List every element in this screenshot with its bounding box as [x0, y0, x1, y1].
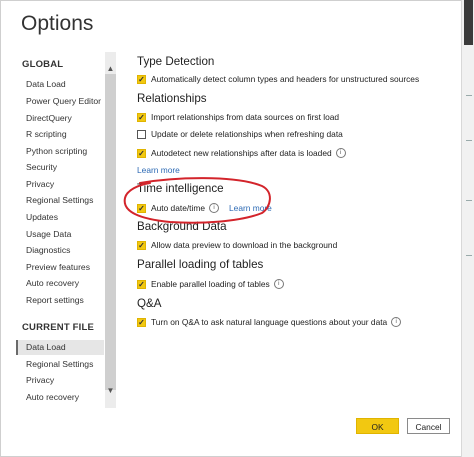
option-label: Enable parallel loading of tables [151, 279, 270, 289]
checkbox-checked-icon[interactable]: ✓ [137, 74, 146, 84]
nav-item-report-settings[interactable]: Report settings [16, 293, 104, 308]
nav-item-auto-recovery[interactable]: Auto recovery [16, 276, 104, 291]
cancel-button[interactable]: Cancel [407, 418, 450, 434]
nav-item-power-query-editor[interactable]: Power Query Editor [16, 94, 104, 109]
option-autodetect-relationships[interactable]: ✓ Autodetect new relationships after dat… [137, 146, 346, 160]
option-turn-on-qa[interactable]: ✓ Turn on Q&A to ask natural language qu… [137, 315, 402, 329]
nav-item-directquery[interactable]: DirectQuery [16, 111, 104, 126]
scroll-down-icon[interactable]: ▼ [105, 385, 116, 396]
nav-item-regional-settings[interactable]: Regional Settings [16, 193, 104, 208]
section-title-background-data: Background Data [137, 220, 227, 233]
option-label: Turn on Q&A to ask natural language ques… [151, 317, 388, 327]
option-auto-date-time[interactable]: ✓ Auto date/time i Learn more [137, 201, 272, 215]
ok-button[interactable]: OK [356, 418, 399, 434]
option-allow-data-preview[interactable]: ✓ Allow data preview to download in the … [137, 238, 337, 252]
options-nav: GLOBAL Data Load Power Query Editor Dire… [16, 52, 116, 408]
nav-item-current-regional-settings[interactable]: Regional Settings [16, 357, 104, 372]
nav-item-privacy[interactable]: Privacy [16, 177, 104, 192]
info-icon[interactable]: i [209, 203, 220, 213]
background-window-edge [461, 0, 474, 457]
option-label: Allow data preview to download in the ba… [151, 240, 338, 250]
learn-more-time-intelligence-link[interactable]: Learn more [229, 203, 272, 213]
checkbox-checked-icon[interactable]: ✓ [137, 203, 146, 213]
checkbox-checked-icon[interactable]: ✓ [137, 148, 146, 158]
section-title-relationships: Relationships [137, 92, 207, 105]
info-icon[interactable]: i [273, 279, 284, 289]
nav-item-data-load[interactable]: Data Load [16, 77, 104, 92]
option-auto-detect-types[interactable]: ✓ Automatically detect column types and … [137, 72, 419, 86]
checkbox-checked-icon[interactable]: ✓ [137, 112, 146, 122]
section-title-qa: Q&A [137, 297, 162, 310]
checkbox-checked-icon[interactable]: ✓ [137, 240, 146, 250]
option-import-relationships[interactable]: ✓ Import relationships from data sources… [137, 110, 339, 124]
nav-item-usage-data[interactable]: Usage Data [16, 227, 104, 242]
option-label: Automatically detect column types and he… [151, 74, 420, 84]
nav-item-current-privacy[interactable]: Privacy [16, 373, 104, 388]
option-label: Update or delete relationships when refr… [151, 129, 343, 139]
nav-item-current-data-load[interactable]: Data Load [16, 340, 104, 355]
learn-more-relationships-link[interactable]: Learn more [137, 165, 180, 175]
nav-item-security[interactable]: Security [16, 160, 104, 175]
dialog-title: Options [21, 12, 94, 35]
scroll-up-icon[interactable]: ▲ [105, 63, 116, 74]
nav-item-preview-features[interactable]: Preview features [16, 260, 104, 275]
option-label: Import relationships from data sources o… [151, 112, 340, 122]
nav-item-updates[interactable]: Updates [16, 210, 104, 225]
nav-header-global: GLOBAL [22, 59, 64, 70]
section-title-parallel-loading: Parallel loading of tables [137, 258, 264, 271]
section-title-type-detection: Type Detection [137, 55, 215, 68]
checkbox-checked-icon[interactable]: ✓ [137, 317, 146, 327]
option-update-delete-relationships[interactable]: Update or delete relationships when refr… [137, 127, 343, 141]
info-icon[interactable]: i [391, 317, 402, 327]
checkbox-unchecked-icon[interactable] [137, 129, 146, 139]
option-enable-parallel-loading[interactable]: ✓ Enable parallel loading of tables i [137, 277, 284, 291]
scrollbar-thumb[interactable] [105, 74, 116, 390]
nav-item-r-scripting[interactable]: R scripting [16, 127, 104, 142]
option-label: Autodetect new relationships after data … [151, 148, 332, 158]
section-title-time-intelligence: Time intelligence [137, 182, 224, 195]
nav-header-current-file: CURRENT FILE [22, 322, 95, 333]
option-label: Auto date/time [151, 203, 206, 213]
info-icon[interactable]: i [335, 148, 346, 158]
nav-item-diagnostics[interactable]: Diagnostics [16, 243, 104, 258]
nav-scrollbar[interactable]: ▲ ▼ [105, 52, 116, 408]
nav-item-current-auto-recovery[interactable]: Auto recovery [16, 390, 104, 405]
nav-item-python-scripting[interactable]: Python scripting [16, 144, 104, 159]
checkbox-checked-icon[interactable]: ✓ [137, 279, 146, 289]
